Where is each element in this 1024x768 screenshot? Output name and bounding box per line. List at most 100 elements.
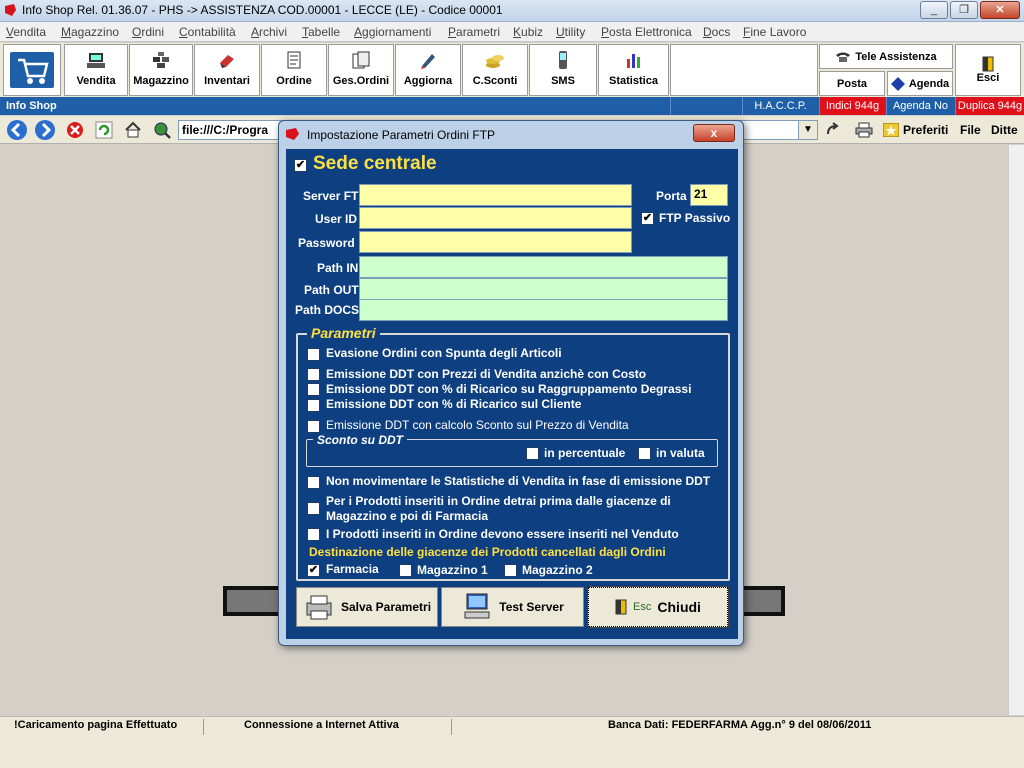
- menu-utility[interactable]: Utility: [556, 25, 585, 39]
- haccp-link[interactable]: H.A.C.C.P.: [742, 97, 818, 115]
- sede-centrale-checkbox[interactable]: ✔: [294, 159, 307, 172]
- porta-label: Porta: [656, 189, 687, 203]
- toolbar-aggiorna-button[interactable]: Aggiorna: [395, 44, 461, 96]
- tele-assistenza-button[interactable]: Tele Assistenza: [819, 44, 953, 69]
- menu-docs[interactable]: Docs: [703, 25, 730, 39]
- magazzino1-label: Magazzino 1: [417, 563, 488, 577]
- farmacia-checkbox[interactable]: ✔: [307, 564, 320, 577]
- ditte-link[interactable]: Ditte: [991, 123, 1018, 137]
- toolbar-inventari-button[interactable]: Inventari: [194, 44, 260, 96]
- menu-posta-elettronica[interactable]: Posta Elettronica: [601, 25, 692, 39]
- chiudi-button[interactable]: Esc Chiudi: [587, 586, 729, 628]
- status-connection: Connessione a Internet Attiva: [204, 719, 452, 735]
- in-percentuale-checkbox[interactable]: [526, 447, 539, 460]
- evasione-checkbox[interactable]: [307, 348, 320, 361]
- menu-vendita[interactable]: Vendita: [6, 25, 46, 39]
- dialog-close-button[interactable]: x: [693, 124, 735, 142]
- path-docs-input[interactable]: [359, 299, 728, 321]
- menu-aggiornamenti[interactable]: Aggiornamenti: [354, 25, 431, 39]
- salva-parametri-button[interactable]: Salva Parametri: [296, 587, 438, 627]
- ddt-prezzi-checkbox[interactable]: [307, 368, 320, 381]
- posta-button[interactable]: Posta: [819, 71, 885, 96]
- inserisci-venduto-checkbox[interactable]: [307, 528, 320, 541]
- go-arrow-icon[interactable]: [825, 122, 841, 138]
- toolbar-c-sconti-button[interactable]: C.Sconti: [462, 44, 528, 96]
- computer-monitor-icon: [464, 593, 490, 619]
- detrai-giacenze-checkbox[interactable]: [307, 502, 320, 515]
- forward-arrow-icon[interactable]: [34, 119, 56, 141]
- detrai-giacenze-label-1: Per i Prodotti inseriti in Ordine detrai…: [326, 494, 671, 508]
- toolbar-ges-ordini-button[interactable]: Ges.Ordini: [328, 44, 394, 96]
- shopping-cart-icon: [10, 52, 54, 88]
- path-in-input[interactable]: [359, 256, 728, 278]
- toolbar-vendita-button[interactable]: Vendita: [64, 44, 128, 96]
- vertical-scrollbar[interactable]: [1008, 145, 1024, 715]
- path-out-input[interactable]: [359, 278, 728, 300]
- back-arrow-icon[interactable]: [6, 119, 28, 141]
- menu-fine-lavoro[interactable]: Fine Lavoro: [743, 25, 806, 39]
- menu-ordini[interactable]: Ordini: [132, 25, 164, 39]
- dialog-footer: Salva Parametri Test Server Esc Chiudi: [286, 583, 738, 639]
- password-input[interactable]: [359, 231, 632, 253]
- magazzino1-checkbox[interactable]: [399, 564, 412, 577]
- stop-icon[interactable]: [66, 121, 84, 139]
- minimize-button[interactable]: _: [920, 1, 948, 19]
- esci-button[interactable]: Esci: [955, 44, 1021, 96]
- toolbar-ordine-button[interactable]: Ordine: [261, 44, 327, 96]
- window-titlebar: Info Shop Rel. 01.36.07 - PHS -> ASSISTE…: [0, 0, 1024, 22]
- pen-update-icon: [421, 54, 435, 69]
- password-label: Password: [298, 236, 355, 250]
- exit-door-icon: [982, 56, 994, 72]
- maximize-button[interactable]: ❐: [950, 1, 978, 19]
- agenda-button[interactable]: Agenda: [887, 71, 953, 96]
- toolbar-statistica-button[interactable]: Statistica: [598, 44, 669, 96]
- menu-tabelle[interactable]: Tabelle: [302, 25, 340, 39]
- in-valuta-checkbox[interactable]: [638, 447, 651, 460]
- exit-door-icon: [615, 599, 627, 615]
- ddt-prezzi-label: Emissione DDT con Prezzi di Vendita anzi…: [326, 367, 647, 381]
- menu-contabilita[interactable]: Contabilità: [179, 25, 236, 39]
- magazzino2-label: Magazzino 2: [522, 563, 593, 577]
- address-dropdown-chevron-icon[interactable]: ▼: [798, 120, 818, 140]
- toolbar-magazzino-button[interactable]: Magazzino: [129, 44, 193, 96]
- file-link[interactable]: File: [960, 123, 981, 137]
- status-bar: !Caricamento pagina Effettuato Connessio…: [0, 716, 1024, 768]
- ddt-ricarico-degrassi-label: Emissione DDT con % di Ricarico su Raggr…: [326, 382, 692, 396]
- non-movimentare-checkbox[interactable]: [307, 476, 320, 489]
- ddt-ricarico-degrassi-checkbox[interactable]: [307, 383, 320, 396]
- menu-magazzino[interactable]: Magazzino: [61, 25, 119, 39]
- indici-badge[interactable]: Indici 944g: [819, 97, 885, 115]
- test-server-button[interactable]: Test Server: [441, 587, 584, 627]
- path-docs-label: Path DOCS: [295, 303, 360, 317]
- info-strip: Info Shop H.A.C.C.P. Indici 944g Agenda …: [0, 97, 1024, 115]
- agenda-diamond-icon: [890, 76, 905, 91]
- home-icon[interactable]: [124, 121, 142, 139]
- orders-management-icon: [352, 51, 370, 69]
- printer-icon[interactable]: [855, 122, 873, 138]
- porta-input[interactable]: 21: [690, 184, 728, 206]
- agenda-no-badge[interactable]: Agenda No: [886, 97, 954, 115]
- path-in-label: Path IN: [317, 261, 359, 275]
- esc-hint: Esc: [633, 601, 652, 613]
- eraser-icon: [220, 55, 234, 68]
- main-toolbar: Vendita Magazzino Inventari Ordine Ges.O…: [0, 43, 1024, 97]
- server-ftp-input[interactable]: [359, 184, 632, 206]
- warehouse-icon: [153, 52, 169, 68]
- ftp-passivo-checkbox[interactable]: ✔: [641, 212, 654, 225]
- window-close-button[interactable]: ✕: [980, 1, 1020, 19]
- search-globe-icon[interactable]: [153, 121, 171, 139]
- user-id-input[interactable]: [359, 207, 632, 229]
- home-logo-button[interactable]: [3, 44, 61, 96]
- preferiti-link[interactable]: Preferiti: [903, 123, 948, 137]
- menu-archivi[interactable]: Archivi: [251, 25, 287, 39]
- refresh-icon[interactable]: [95, 121, 113, 139]
- toolbar-sms-button[interactable]: SMS: [529, 44, 597, 96]
- menu-kubiz[interactable]: Kubiz: [513, 25, 543, 39]
- magazzino2-checkbox[interactable]: [504, 564, 517, 577]
- ddt-sconto-checkbox[interactable]: [307, 420, 320, 433]
- ddt-ricarico-cliente-checkbox[interactable]: [307, 399, 320, 412]
- coins-stack-icon: [486, 55, 504, 68]
- duplica-badge[interactable]: Duplica 944g: [955, 97, 1024, 115]
- menu-parametri[interactable]: Parametri: [448, 25, 500, 39]
- mobile-phone-icon: [559, 51, 567, 69]
